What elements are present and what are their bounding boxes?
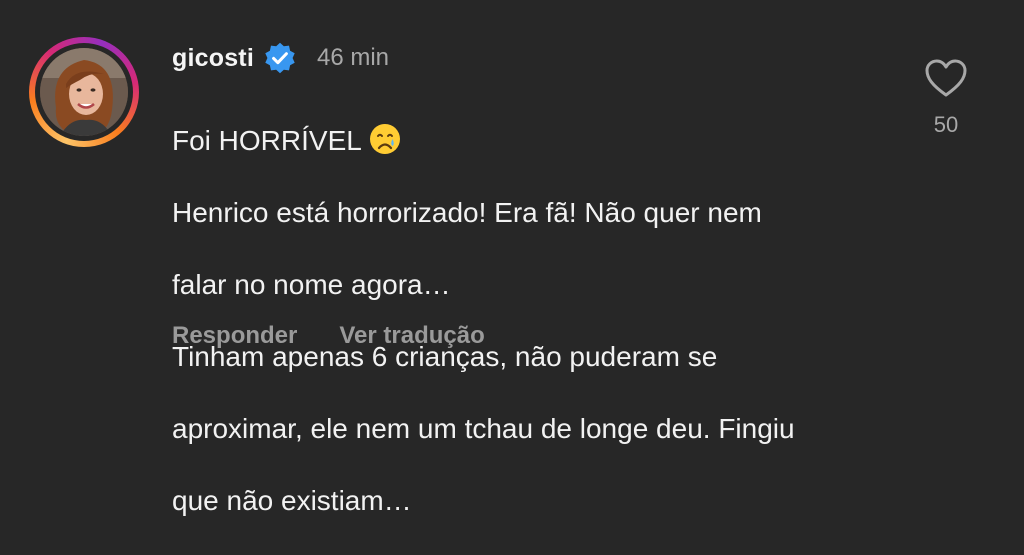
comment-text: Foi HORRÍVEL Henrico está horrorizado! E… [172, 86, 892, 555]
heart-outline-icon[interactable] [924, 58, 968, 98]
like-count: 50 [933, 112, 959, 137]
crying-face-emoji-icon [368, 122, 402, 156]
comment-line: Henrico está horrorizado! Era fã! Não qu… [172, 197, 762, 228]
comment-item: gicosti 46 min Foi HORRÍVEL Henrico está… [0, 0, 1024, 516]
verified-badge-icon [263, 41, 297, 75]
like-section: 50 [918, 58, 974, 138]
avatar[interactable] [40, 48, 128, 136]
timestamp: 46 min [316, 44, 390, 71]
comment-actions: Responder Ver tradução [172, 322, 485, 350]
avatar-story-ring[interactable] [29, 37, 139, 147]
comment-header: gicosti 46 min [172, 40, 389, 76]
comment-line: aproximar, ele nem um tchau de longe deu… [172, 413, 795, 444]
comment-line: falar no nome agora… [172, 269, 451, 300]
comment-line: que não existiam… [172, 485, 412, 516]
reply-button[interactable]: Responder [172, 322, 297, 350]
username[interactable]: gicosti [172, 44, 254, 73]
see-translation-button[interactable]: Ver tradução [339, 322, 484, 350]
comment-line: Foi HORRÍVEL [172, 122, 892, 159]
